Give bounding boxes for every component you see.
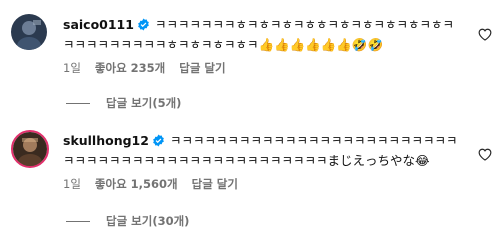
comment-username[interactable]: skullhong12 — [63, 133, 149, 148]
avatar[interactable] — [11, 130, 49, 168]
comment-likes[interactable]: 좋아요 235개 — [95, 60, 165, 76]
reply-button[interactable]: 답글 달기 — [179, 60, 225, 76]
comment-time[interactable]: 1일 — [63, 176, 81, 192]
view-replies-label: 답글 보기(5개) — [106, 96, 182, 110]
comment-time[interactable]: 1일 — [63, 60, 81, 76]
reply-button[interactable]: 답글 달기 — [192, 176, 238, 192]
like-heart-icon[interactable] — [478, 146, 492, 165]
view-replies-button[interactable]: 답글 보기(30개) — [66, 213, 189, 229]
verified-badge-icon — [137, 18, 150, 36]
divider-line — [66, 220, 90, 222]
comment-username[interactable]: saico0111 — [63, 17, 134, 32]
view-replies-button[interactable]: 답글 보기(5개) — [66, 95, 181, 111]
avatar[interactable] — [11, 14, 47, 50]
like-heart-icon[interactable] — [478, 26, 492, 45]
comment-likes[interactable]: 좋아요 1,560개 — [95, 176, 178, 192]
view-replies-label: 답글 보기(30개) — [106, 214, 190, 228]
verified-badge-icon — [152, 134, 165, 152]
divider-line — [66, 102, 90, 104]
